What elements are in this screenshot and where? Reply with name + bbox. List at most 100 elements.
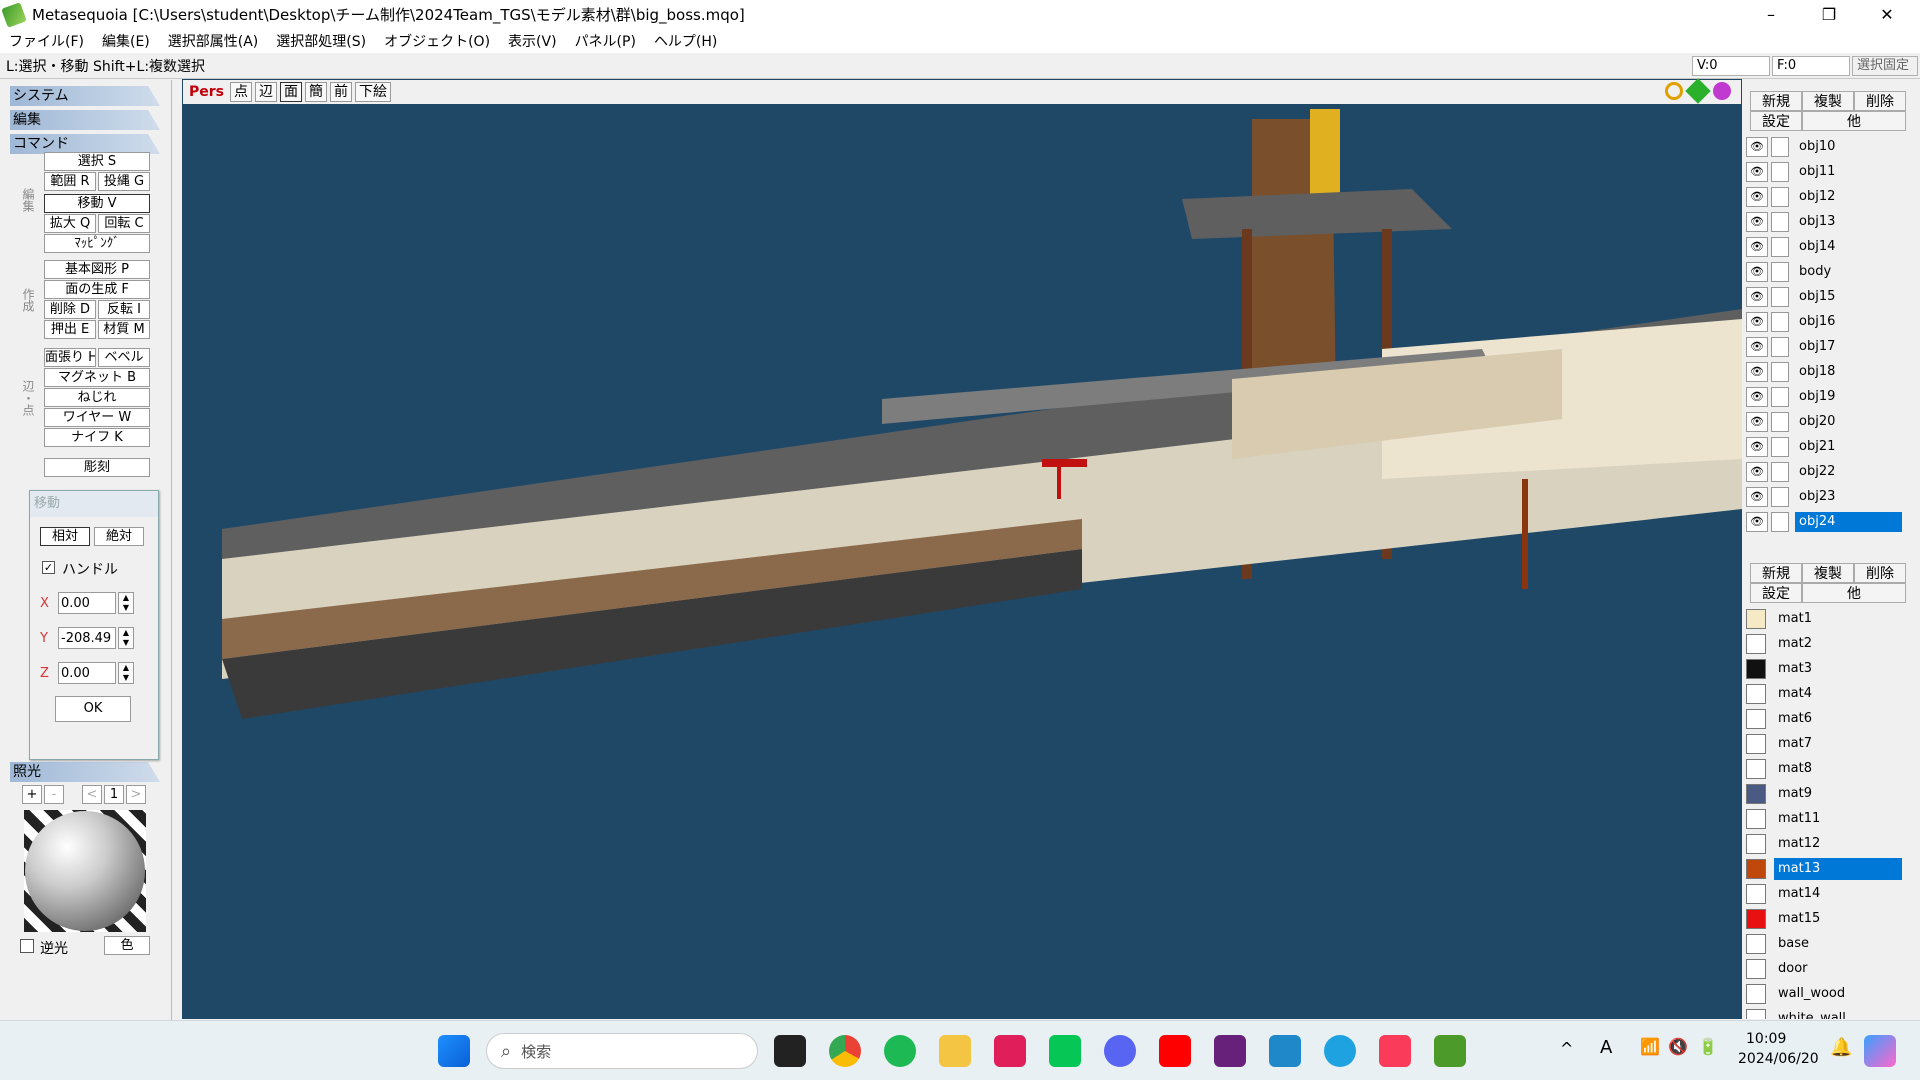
material-row[interactable]: base [1746, 932, 1902, 956]
object-row[interactable]: 👁 obj21 [1746, 435, 1902, 459]
relative-tab[interactable]: 相対 [40, 527, 90, 546]
visibility-eye-icon[interactable]: 👁 [1746, 187, 1768, 207]
object-delete-button[interactable]: 削除 [1854, 91, 1906, 111]
copilot-icon[interactable] [1864, 1035, 1896, 1067]
light-preview[interactable] [24, 810, 146, 932]
object-settings-button[interactable]: 設定 [1750, 111, 1802, 131]
object-other-button[interactable]: 他 [1802, 111, 1906, 131]
face-gen-tool-button[interactable]: 面の生成 F [44, 280, 150, 299]
material-row[interactable]: mat4 [1746, 682, 1902, 706]
lock-toggle[interactable] [1771, 462, 1789, 482]
face-mode-button[interactable]: 面 [280, 82, 302, 102]
object-row[interactable]: 👁 obj19 [1746, 385, 1902, 409]
object-row[interactable]: 👁 obj11 [1746, 160, 1902, 184]
material-row[interactable]: mat3 [1746, 657, 1902, 681]
light-color-button[interactable]: 色 [104, 936, 150, 955]
task-view-icon[interactable] [774, 1035, 806, 1067]
material-swatch[interactable] [1746, 684, 1766, 704]
menu-selection-attr[interactable]: 選択部属性(A) [159, 31, 268, 51]
wifi-icon[interactable]: 📶 [1640, 1037, 1660, 1056]
z-spinner[interactable]: ▲ ▼ [118, 662, 134, 684]
material-row[interactable]: mat12 [1746, 832, 1902, 856]
material-row[interactable]: mat11 [1746, 807, 1902, 831]
mapping-tool-button[interactable]: ﾏｯﾋﾟﾝｸﾞ [44, 234, 150, 253]
lock-toggle[interactable] [1771, 237, 1789, 257]
face-stretch-tool-button[interactable]: 面張り H [44, 348, 96, 367]
move-tool-button[interactable]: 移動 V [44, 194, 150, 213]
material-row[interactable]: mat7 [1746, 732, 1902, 756]
visibility-eye-icon[interactable]: 👁 [1746, 237, 1768, 257]
bevel-tool-button[interactable]: ベベル [98, 348, 150, 367]
youtube-icon[interactable] [1159, 1035, 1191, 1067]
simple-mode-button[interactable]: 簡 [305, 82, 327, 102]
absolute-tab[interactable]: 絶対 [94, 527, 144, 546]
material-swatch[interactable] [1746, 934, 1766, 954]
section-edit[interactable]: 編集 [10, 110, 160, 130]
pan-icon[interactable] [1685, 78, 1711, 104]
windows-start-icon[interactable] [438, 1035, 470, 1067]
material-swatch[interactable] [1746, 834, 1766, 854]
light-next-button[interactable]: > [126, 785, 146, 804]
vertex-mode-button[interactable]: 点 [230, 82, 252, 102]
material-row[interactable]: white_wall [1746, 1007, 1902, 1019]
battery-icon[interactable]: 🔋 [1698, 1037, 1718, 1056]
menu-selection-process[interactable]: 選択部処理(S) [267, 31, 375, 51]
menu-view[interactable]: 表示(V) [499, 31, 566, 51]
object-row[interactable]: 👁 obj16 [1746, 310, 1902, 334]
chevron-up-icon[interactable]: ^ [1560, 1039, 1573, 1058]
lock-toggle[interactable] [1771, 362, 1789, 382]
apple-music-icon[interactable] [1379, 1035, 1411, 1067]
material-row[interactable]: mat6 [1746, 707, 1902, 731]
lasso-tool-button[interactable]: 投縄 G [98, 172, 150, 191]
flip-tool-button[interactable]: 反転 I [98, 300, 150, 319]
material-swatch[interactable] [1746, 609, 1766, 629]
y-input[interactable] [58, 627, 116, 649]
object-row[interactable]: 👁 obj13 [1746, 210, 1902, 234]
select-tool-button[interactable]: 選択 S [44, 152, 150, 171]
file-explorer-icon[interactable] [939, 1035, 971, 1067]
metasequoia-taskbar-icon[interactable] [1434, 1035, 1466, 1067]
object-row[interactable]: 👁 obj10 [1746, 135, 1902, 159]
material-row[interactable]: mat2 [1746, 632, 1902, 656]
material-tool-button[interactable]: 材質 M [98, 320, 150, 339]
object-row-selected[interactable]: 👁 obj24 [1746, 510, 1902, 534]
spotify-icon[interactable] [884, 1035, 916, 1067]
maximize-button[interactable]: ❐ [1800, 0, 1858, 29]
object-row[interactable]: 👁 obj15 [1746, 285, 1902, 309]
material-swatch[interactable] [1746, 959, 1766, 979]
line-icon[interactable] [1049, 1035, 1081, 1067]
magnet-tool-button[interactable]: マグネット B [44, 368, 150, 387]
material-other-button[interactable]: 他 [1802, 583, 1906, 603]
visibility-eye-icon[interactable]: 👁 [1746, 337, 1768, 357]
x-spinner[interactable]: ▲ ▼ [118, 592, 134, 614]
material-swatch[interactable] [1746, 809, 1766, 829]
material-swatch[interactable] [1746, 734, 1766, 754]
chrome-icon[interactable] [829, 1035, 861, 1067]
knife-tool-button[interactable]: ナイフ K [44, 428, 150, 447]
m-app-icon[interactable] [1269, 1035, 1301, 1067]
light-remove-button[interactable]: - [44, 785, 64, 804]
y-spinner[interactable]: ▲ ▼ [118, 627, 134, 649]
material-swatch[interactable] [1746, 784, 1766, 804]
lock-toggle[interactable] [1771, 387, 1789, 407]
front-mode-button[interactable]: 前 [330, 82, 352, 102]
lock-toggle[interactable] [1771, 312, 1789, 332]
material-swatch[interactable] [1746, 659, 1766, 679]
object-row[interactable]: 👁 obj17 [1746, 335, 1902, 359]
menu-object[interactable]: オブジェクト(O) [375, 31, 499, 51]
lock-toggle[interactable] [1771, 287, 1789, 307]
search-box[interactable]: ⌕ 検索 [486, 1033, 758, 1069]
object-row[interactable]: 👁 body [1746, 260, 1902, 284]
primitive-tool-button[interactable]: 基本図形 P [44, 260, 150, 279]
lock-toggle[interactable] [1771, 512, 1789, 532]
menu-file[interactable]: ファイル(F) [0, 31, 93, 51]
section-system[interactable]: システム [10, 86, 160, 106]
edge-icon[interactable] [1324, 1035, 1356, 1067]
material-row[interactable]: mat14 [1746, 882, 1902, 906]
discord-icon[interactable] [1104, 1035, 1136, 1067]
visibility-eye-icon[interactable]: 👁 [1746, 262, 1768, 282]
underlay-button[interactable]: 下絵 [355, 82, 391, 102]
light-prev-button[interactable]: < [82, 785, 102, 804]
lock-toggle[interactable] [1771, 212, 1789, 232]
clock-date[interactable]: 2024/06/20 [1738, 1051, 1819, 1067]
